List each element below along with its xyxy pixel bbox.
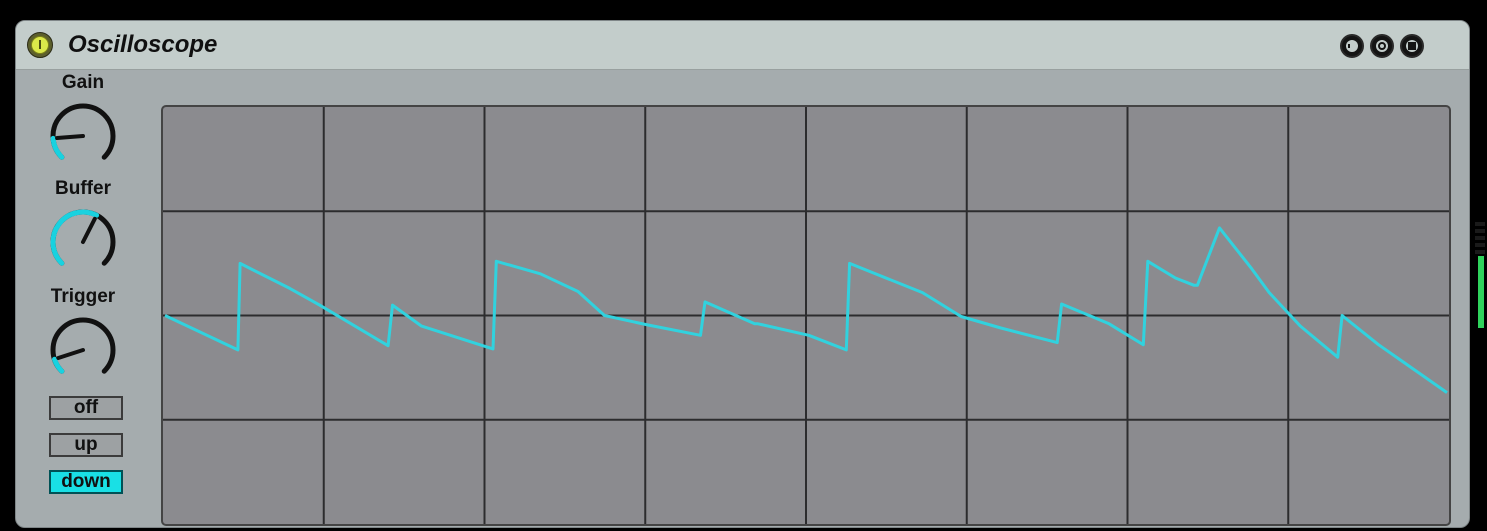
buffer-knob[interactable] <box>43 201 123 281</box>
scope-display <box>161 105 1451 526</box>
buffer-knob-value-arc <box>50 209 100 266</box>
meter-tick <box>1475 243 1485 247</box>
device-title-bar: Oscilloscope <box>16 21 1469 70</box>
gain-knob[interactable] <box>43 95 123 175</box>
buffer-label: Buffer <box>55 178 111 199</box>
trigger-label: Trigger <box>50 286 116 307</box>
gain-knob-value-arc <box>50 135 65 160</box>
meter-tick <box>1475 222 1485 226</box>
gain-knob-pointer <box>55 134 85 141</box>
save-icon[interactable] <box>1400 34 1424 58</box>
meter-level-bar <box>1478 256 1484 328</box>
trigger-mode-down-button[interactable]: down <box>49 470 123 494</box>
power-icon <box>31 36 49 54</box>
reset-icon[interactable] <box>1370 34 1394 58</box>
scope-plot <box>163 107 1449 524</box>
gain-knob-track <box>50 103 116 160</box>
gain-label: Gain <box>61 72 105 93</box>
trigger-mode-up-button[interactable]: up <box>49 433 123 457</box>
output-level-meter <box>1474 220 1487 330</box>
oscilloscope-device: Oscilloscope Gain Buffer Trigger off up … <box>15 20 1470 528</box>
meter-tick <box>1475 229 1485 233</box>
meter-tick <box>1475 236 1485 240</box>
trigger-knob-value-arc <box>51 356 65 374</box>
meter-tick <box>1475 250 1485 254</box>
device-title: Oscilloscope <box>68 31 218 58</box>
trigger-knob-track <box>50 317 116 374</box>
trigger-knob[interactable] <box>43 309 123 389</box>
trigger-knob-pointer <box>56 348 85 361</box>
hotswap-icon[interactable] <box>1340 34 1364 58</box>
trigger-mode-off-button[interactable]: off <box>49 396 123 420</box>
device-power-button[interactable] <box>27 32 53 58</box>
buffer-knob-pointer <box>81 216 97 244</box>
